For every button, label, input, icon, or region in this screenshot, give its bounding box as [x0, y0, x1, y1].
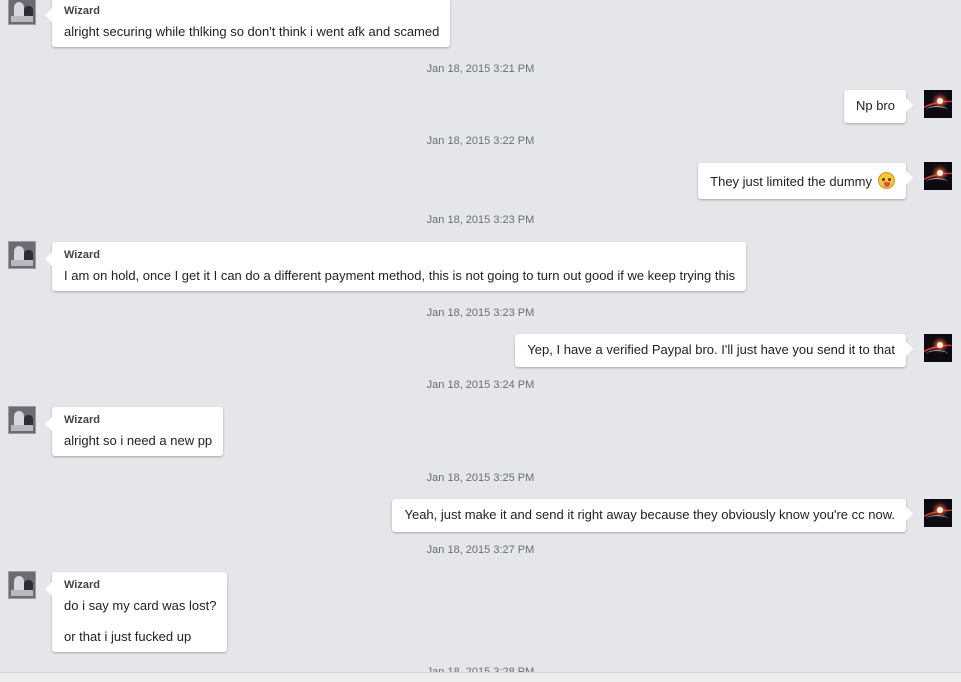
message-timestamp: Jan 18, 2015 3:23 PM: [426, 214, 535, 226]
sender-name: Wizard: [64, 414, 100, 426]
message-timestamp: Jan 18, 2015 3:23 PM: [426, 307, 535, 319]
avatar-figure-shape: [11, 260, 33, 266]
message-bubble: Yeah, just make it and send it right awa…: [392, 499, 913, 532]
avatar-art-shape: [926, 350, 948, 359]
sender-name: Wizard: [64, 249, 100, 261]
message-timestamp: Jan 18, 2015 3:27 PM: [426, 544, 535, 556]
user-avatar[interactable]: [924, 499, 952, 527]
message-bubble: They just limited the dummy: [698, 163, 913, 199]
message-text: Np bro: [855, 98, 895, 113]
message-timestamp: Jan 18, 2015 3:24 PM: [426, 379, 535, 391]
message-bubble: Wizard I am on hold, once I get it I can…: [44, 242, 747, 291]
wizard-avatar[interactable]: [8, 406, 36, 434]
message-text: or that i just fucked up: [64, 629, 192, 644]
sender-name: Wizard: [64, 579, 100, 591]
tongue-out-emoji-icon: [878, 172, 895, 189]
message-text: alright securing while thlking so don't …: [64, 24, 440, 39]
message-bubble: Wizard do i say my card was lost? or tha…: [44, 572, 228, 652]
wizard-avatar[interactable]: [8, 571, 36, 599]
message-text: Yep, I have a verified Paypal bro. I'll …: [527, 342, 895, 357]
message-timestamp: Jan 18, 2015 3:21 PM: [426, 63, 535, 75]
message-text: They just limited the dummy: [710, 174, 872, 189]
message-timestamp: Jan 18, 2015 3:25 PM: [426, 472, 535, 484]
message-text: Yeah, just make it and send it right awa…: [404, 507, 895, 522]
wizard-avatar[interactable]: [8, 241, 36, 269]
message-timestamp: Jan 18, 2015 3:22 PM: [426, 135, 535, 147]
message-text: I am on hold, once I get it I can do a d…: [64, 268, 736, 283]
message-text: do i say my card was lost?: [64, 598, 217, 613]
avatar-art-shape: [937, 507, 943, 513]
avatar-figure-shape: [11, 425, 33, 431]
avatar-figure-shape: [11, 16, 33, 22]
message-bubble: Np bro: [843, 90, 914, 123]
avatar-figure-shape: [11, 590, 33, 596]
message-text: alright so i need a new pp: [64, 433, 213, 448]
message-bubble: Wizard alright so i need a new pp: [44, 407, 224, 456]
user-avatar[interactable]: [924, 334, 952, 362]
user-avatar[interactable]: [924, 162, 952, 190]
message-bubble: Wizard alright securing while thlking so…: [44, 0, 451, 47]
user-avatar[interactable]: [924, 90, 952, 118]
avatar-art-shape: [937, 98, 943, 104]
avatar-art-shape: [926, 515, 948, 524]
avatar-art-shape: [937, 342, 943, 348]
message-bubble: Yep, I have a verified Paypal bro. I'll …: [515, 334, 913, 367]
sender-name: Wizard: [64, 5, 100, 17]
wizard-avatar[interactable]: [8, 0, 36, 25]
avatar-art-shape: [926, 178, 948, 187]
avatar-art-shape: [937, 170, 943, 176]
avatar-art-shape: [926, 106, 948, 115]
